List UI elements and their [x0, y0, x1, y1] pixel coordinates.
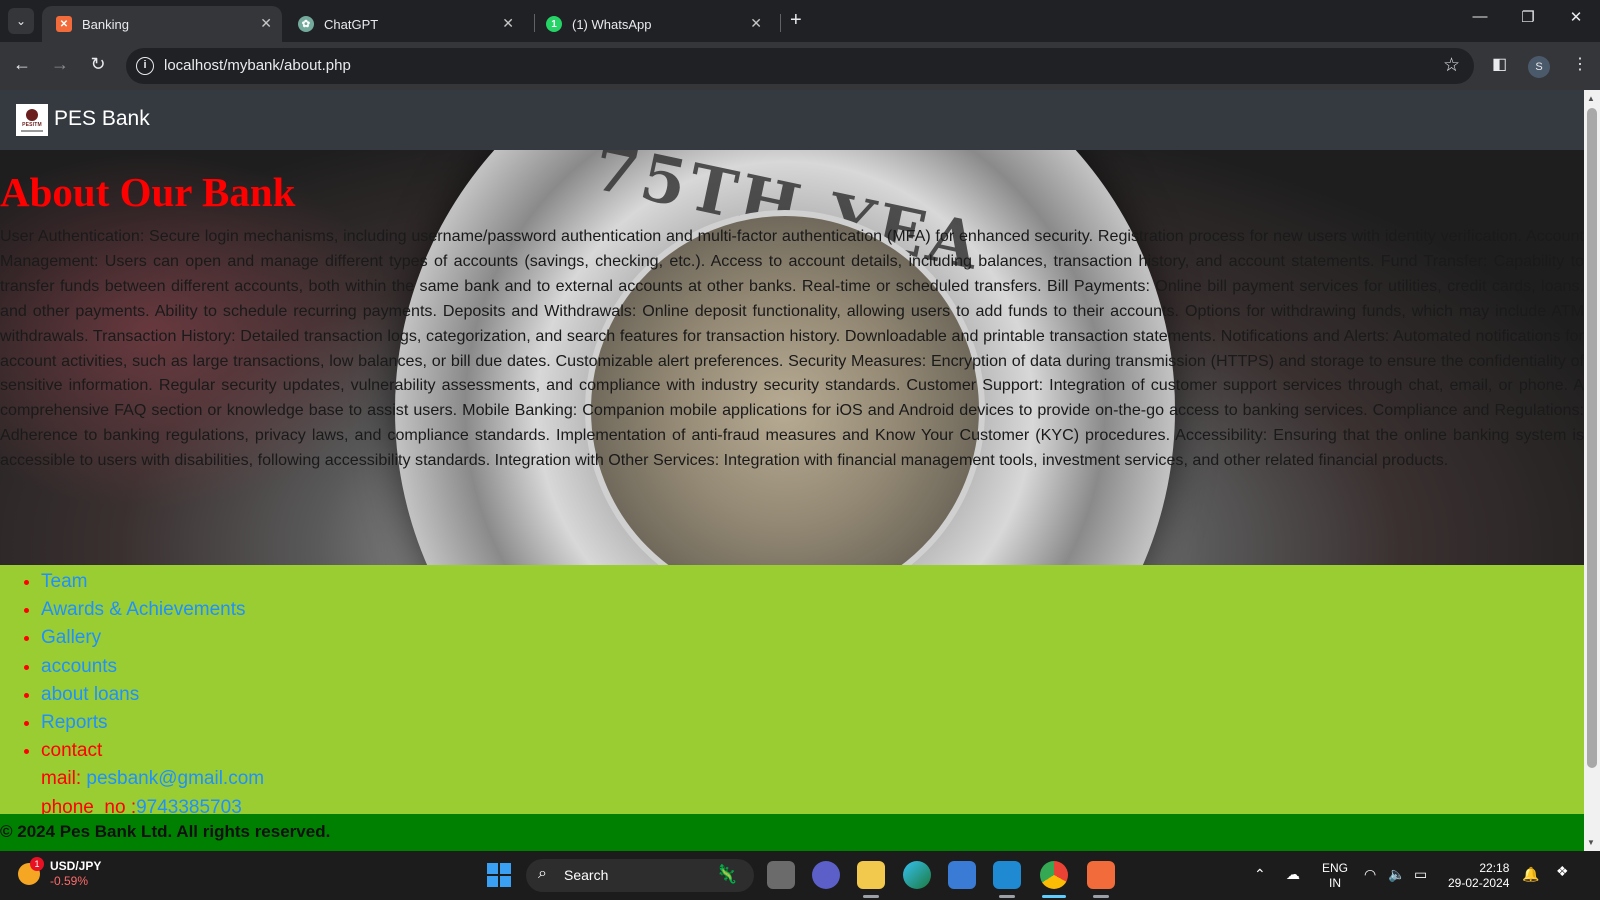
notification-bell-icon[interactable]: 🔔 [1522, 866, 1539, 883]
onedrive-icon[interactable]: ☁ [1286, 866, 1300, 883]
restore-button[interactable]: ❐ [1508, 8, 1548, 26]
browser-toolbar: ← → ↻ i localhost/mybank/about.php ☆ ◧ S… [0, 42, 1600, 90]
close-window-button[interactable]: ✕ [1556, 8, 1596, 26]
tab-whatsapp[interactable]: 1 (1) WhatsApp ✕ [532, 6, 772, 42]
search-icon: ⌕ [538, 865, 547, 882]
market-widget[interactable]: 1 USD/JPY -0.59% [18, 857, 102, 889]
battery-icon[interactable]: ▭ [1414, 866, 1427, 883]
reload-button[interactable]: ↻ [86, 54, 110, 75]
link-gallery[interactable]: Gallery [41, 627, 101, 648]
link-accounts[interactable]: accounts [41, 656, 117, 677]
close-tab-icon[interactable]: ✕ [502, 15, 514, 32]
forward-button[interactable]: → [48, 54, 72, 75]
scroll-thumb[interactable] [1587, 108, 1597, 768]
list-item: contact [41, 737, 264, 765]
clock-date: 29-02-2024 [1448, 876, 1510, 890]
tab-title: Banking [82, 16, 129, 32]
tab-banking[interactable]: ✕ Banking ✕ [42, 6, 282, 42]
windows-taskbar: 1 USD/JPY -0.59% ⌕ Search 🦎 ⌃ ☁ ENG IN ◠… [0, 851, 1600, 900]
vscode-icon[interactable] [993, 861, 1021, 889]
site-info-icon[interactable]: i [136, 57, 154, 75]
search-highlight-icon: 🦎 [715, 864, 738, 884]
menu-kebab-icon[interactable]: ⋮ [1572, 54, 1588, 74]
copyright-text: © 2024 Pes Bank Ltd. All rights reserved… [0, 822, 331, 841]
logo-text: PESITM [22, 121, 42, 128]
browser-tab-bar: ⌄ ✕ Banking ✕ ✿ ChatGPT ✕ 1 (1) WhatsApp… [0, 0, 1600, 42]
search-label: Search [564, 867, 609, 883]
language-indicator[interactable]: ENG IN [1322, 861, 1348, 891]
quick-links-panel: Team Awards & Achievements Gallery accou… [0, 565, 1584, 847]
hero-section: 75TH YEA About Our Bank User Authenticat… [0, 150, 1584, 851]
list-item: Awards & Achievements [41, 596, 264, 624]
volume-icon[interactable]: 🔈 [1388, 866, 1405, 883]
clock-time: 22:18 [1479, 861, 1510, 875]
microsoft-store-icon[interactable] [948, 861, 976, 889]
logo-seal-icon [26, 108, 38, 121]
edge-icon[interactable] [903, 861, 931, 889]
xampp-icon: ✕ [56, 16, 72, 32]
list-item: Gallery [41, 624, 264, 652]
brand-name[interactable]: PES Bank [54, 107, 150, 131]
contact-mail-line: mail: pesbank@gmail.com [41, 765, 264, 793]
file-explorer-icon[interactable] [857, 861, 885, 889]
bank-logo[interactable]: PESITM [16, 104, 48, 136]
copilot-icon[interactable]: ❖ [1556, 863, 1569, 880]
link-team[interactable]: Team [41, 571, 87, 592]
chatgpt-icon: ✿ [298, 16, 314, 32]
scroll-up-arrow-icon[interactable]: ▲ [1587, 94, 1595, 103]
minimize-button[interactable]: — [1460, 8, 1500, 25]
link-about-loans[interactable]: about loans [41, 684, 139, 705]
whatsapp-icon: 1 [546, 16, 562, 32]
site-navbar: PESITM PES Bank [0, 90, 1584, 150]
address-bar[interactable]: i localhost/mybank/about.php ☆ [126, 48, 1474, 84]
mail-label: mail: [41, 768, 87, 790]
close-tab-icon[interactable]: ✕ [750, 15, 762, 32]
link-awards[interactable]: Awards & Achievements [41, 599, 246, 620]
wifi-icon[interactable]: ◠ [1364, 866, 1376, 883]
ticker-symbol: USD/JPY [50, 859, 102, 873]
site-footer: © 2024 Pes Bank Ltd. All rights reserved… [0, 814, 1584, 851]
profile-avatar[interactable]: S [1528, 56, 1550, 78]
chrome-icon[interactable] [1040, 861, 1068, 889]
close-tab-icon[interactable]: ✕ [260, 15, 272, 32]
xampp-taskbar-icon[interactable] [1087, 861, 1115, 889]
about-description: User Authentication: Secure login mechan… [0, 227, 1584, 470]
chart-widget-icon: 1 [18, 857, 44, 885]
ticker-change: -0.59% [50, 874, 89, 888]
new-tab-button[interactable]: + [790, 9, 802, 32]
tab-title: ChatGPT [324, 16, 379, 32]
page-scrollbar[interactable]: ▲ ▼ [1584, 90, 1600, 851]
list-item: about loans [41, 681, 264, 709]
notification-badge: 1 [30, 857, 44, 871]
contact-label: contact [41, 740, 103, 762]
page-viewport: PESITM PES Bank 75TH YEA About Our Bank … [0, 90, 1584, 851]
tab-title: (1) WhatsApp [572, 16, 652, 32]
bookmark-star-icon[interactable]: ☆ [1443, 54, 1460, 77]
list-item: Reports [41, 709, 264, 737]
tab-separator [780, 14, 781, 32]
scroll-down-arrow-icon[interactable]: ▼ [1587, 838, 1595, 847]
link-reports[interactable]: Reports [41, 712, 108, 733]
show-hidden-icons-icon[interactable]: ⌃ [1254, 866, 1266, 883]
system-clock[interactable]: 22:18 29-02-2024 [1448, 861, 1509, 891]
page-title: About Our Bank [0, 169, 296, 215]
list-item: accounts [41, 653, 264, 681]
task-view-icon[interactable] [767, 861, 795, 889]
side-panel-icon[interactable]: ◧ [1492, 54, 1507, 74]
quick-links-list: Team Awards & Achievements Gallery accou… [41, 568, 264, 822]
teams-chat-icon[interactable] [812, 861, 840, 889]
back-button[interactable]: ← [10, 54, 34, 75]
taskbar-search[interactable]: ⌕ Search 🦎 [526, 859, 754, 892]
windows-start-icon[interactable] [487, 863, 511, 887]
url-text[interactable]: localhost/mybank/about.php [164, 57, 351, 74]
tab-chatgpt[interactable]: ✿ ChatGPT ✕ [284, 6, 524, 42]
list-item: Team [41, 568, 264, 596]
mail-link[interactable]: pesbank@gmail.com [86, 768, 264, 789]
tab-search-button[interactable]: ⌄ [8, 8, 34, 34]
